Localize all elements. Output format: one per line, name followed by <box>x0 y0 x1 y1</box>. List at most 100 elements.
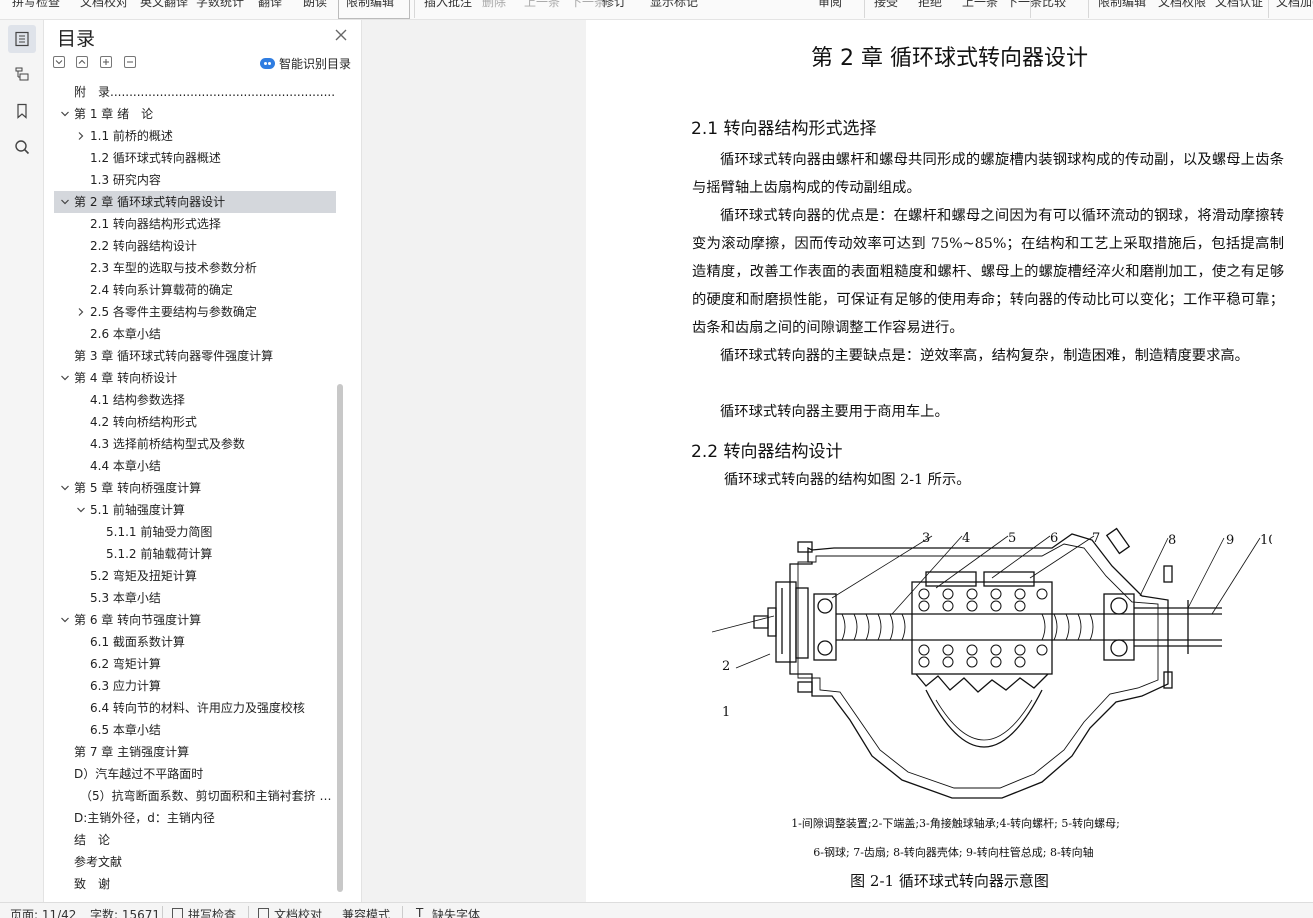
toc-item-label: 1.3 研究内容 <box>90 173 161 187</box>
chevron-down-icon[interactable] <box>60 483 70 493</box>
toc-item[interactable]: 6.4 转向节的材料、许用应力及强度校核 <box>54 697 336 719</box>
font-missing-icon[interactable]: T <box>416 906 423 918</box>
toolbar-restrict-edit-2[interactable]: 限制编辑 <box>1098 0 1146 10</box>
toc-item[interactable]: 1.2 循环球式转向器概述 <box>54 147 336 169</box>
smart-toc-button[interactable]: 智能识别目录 <box>260 55 351 72</box>
toc-item[interactable]: 附 录.....................................… <box>54 81 336 103</box>
search-icon[interactable] <box>8 133 36 161</box>
toc-item[interactable]: 第 2 章 循环球式转向器设计 <box>54 191 336 213</box>
chapter-title: 第 2 章 循环球式转向器设计 <box>811 46 1088 71</box>
compat-mode[interactable]: 兼容模式 <box>342 906 390 918</box>
toolbar-doc-permission[interactable]: 文档权限 <box>1158 0 1206 10</box>
toc-item[interactable]: 1.1 前桥的概述 <box>54 125 336 147</box>
toc-item[interactable]: 5.1.2 前轴载荷计算 <box>54 543 336 565</box>
page-indicator[interactable]: 页面: 11/42 <box>10 906 76 918</box>
figure-caption: 图 2-1 循环球式转向器示意图 <box>850 872 1049 890</box>
toc-item-label: 第 6 章 转向节强度计算 <box>74 613 202 627</box>
chevron-down-icon[interactable] <box>76 505 86 515</box>
toc-item[interactable]: 4.4 本章小结 <box>54 455 336 477</box>
toolbar-proofread[interactable]: 文档校对 <box>80 0 128 10</box>
navigation-icon[interactable] <box>8 60 36 88</box>
checkbox-icon[interactable] <box>172 908 183 918</box>
chevron-right-icon[interactable] <box>76 307 86 317</box>
toc-panel: 目录 智能识别目录 附 录...........................… <box>44 20 362 902</box>
toolbar-translate-en[interactable]: 英文翻译 <box>140 0 188 10</box>
toolbar-reject[interactable]: 拒绝 <box>918 0 942 10</box>
toolbar-separator <box>1268 0 1269 18</box>
toc-item[interactable]: 2.6 本章小结 <box>54 323 336 345</box>
add-level-icon[interactable] <box>100 56 112 68</box>
toolbar-track-changes[interactable]: 修订 <box>602 0 626 10</box>
toolbar-doc-encrypt[interactable]: 文档加密 <box>1276 0 1313 10</box>
toc-item[interactable]: （5）抗弯断面系数、剪切面积和主销衬套挤 … <box>54 785 336 807</box>
toolbar-word-count[interactable]: 字数统计 <box>196 0 244 10</box>
remove-level-icon[interactable] <box>124 56 136 68</box>
toolbar-insert-comment[interactable]: 插入批注 <box>424 0 472 10</box>
status-separator <box>402 906 403 918</box>
toolbar-review[interactable]: 审阅 <box>818 0 842 10</box>
toc-item[interactable]: D）汽车越过不平路面时 <box>54 763 336 785</box>
toc-item-label: 2.2 转向器结构设计 <box>90 239 197 253</box>
toc-item[interactable]: 4.1 结构参数选择 <box>54 389 336 411</box>
chevron-down-icon[interactable] <box>60 373 70 383</box>
toc-item[interactable]: 2.5 各零件主要结构与参数确定 <box>54 301 336 323</box>
toc-item[interactable]: 第 7 章 主销强度计算 <box>54 741 336 763</box>
toolbar-show-markup[interactable]: 显示标记 <box>650 0 698 10</box>
toc-item[interactable]: 6.5 本章小结 <box>54 719 336 741</box>
toc-item[interactable]: 第 1 章 绪 论 <box>54 103 336 125</box>
chevron-down-icon[interactable] <box>60 615 70 625</box>
toc-item[interactable]: 参考文献 <box>54 851 336 873</box>
spell-check-toggle[interactable]: 拼写检查 <box>188 906 236 918</box>
toc-item[interactable]: 2.4 转向系计算载荷的确定 <box>54 279 336 301</box>
toolbar-next-comment[interactable]: 下一条 <box>570 0 606 10</box>
toc-item[interactable]: 第 3 章 循环球式转向器零件强度计算 <box>54 345 336 367</box>
toolbar-translate[interactable]: 翻译 <box>258 0 282 10</box>
toc-item[interactable]: 2.3 车型的选取与技术参数分析 <box>54 257 336 279</box>
toc-item[interactable]: 结 论 <box>54 829 336 851</box>
chevron-down-icon[interactable] <box>60 109 70 119</box>
toc-item[interactable]: 6.3 应力计算 <box>54 675 336 697</box>
toolbar-restrict-edit[interactable]: 限制编辑 <box>346 0 394 10</box>
toc-item[interactable]: 6.1 截面系数计算 <box>54 631 336 653</box>
collapse-all-icon[interactable] <box>53 56 65 68</box>
word-count[interactable]: 字数: 15671 <box>90 906 160 918</box>
toc-item[interactable]: 4.3 选择前桥结构型式及参数 <box>54 433 336 455</box>
toc-item[interactable]: 5.1.1 前轴受力简图 <box>54 521 336 543</box>
toolbar-prev-change[interactable]: 上一条 <box>962 0 998 10</box>
toc-scrollbar[interactable] <box>337 384 343 892</box>
toc-item[interactable]: 6.2 弯矩计算 <box>54 653 336 675</box>
toc-item[interactable]: 4.2 转向桥结构形式 <box>54 411 336 433</box>
toc-item-label: 6.2 弯矩计算 <box>90 657 161 671</box>
toc-item[interactable]: 5.3 本章小结 <box>54 587 336 609</box>
chevron-right-icon[interactable] <box>76 131 86 141</box>
toolbar-doc-cert[interactable]: 文档认证 <box>1215 0 1263 10</box>
toolbar-compare[interactable]: 比较 <box>1042 0 1066 10</box>
toc-item[interactable]: 第 5 章 转向桥强度计算 <box>54 477 336 499</box>
toc-item[interactable]: 5.2 弯矩及扭矩计算 <box>54 565 336 587</box>
toolbar-next-change[interactable]: 下一条 <box>1006 0 1042 10</box>
toolbar-read-aloud[interactable]: 朗读 <box>303 0 327 10</box>
close-icon[interactable] <box>334 27 348 41</box>
toolbar-accept[interactable]: 接受 <box>874 0 898 10</box>
toc-item-label: 2.5 各零件主要结构与参数确定 <box>90 305 257 319</box>
toc-item-label: 1.1 前桥的概述 <box>90 129 173 143</box>
checkbox-icon[interactable] <box>258 908 269 918</box>
toc-item[interactable]: 第 4 章 转向桥设计 <box>54 367 336 389</box>
toc-item[interactable]: 2.2 转向器结构设计 <box>54 235 336 257</box>
toc-item[interactable]: D:主销外径，d：主销内径 <box>54 807 336 829</box>
toolbar-prev-comment[interactable]: 上一条 <box>524 0 560 10</box>
bookmark-icon[interactable] <box>8 97 36 125</box>
chevron-down-icon[interactable] <box>60 197 70 207</box>
missing-font[interactable]: 缺失字体 <box>432 906 480 918</box>
toc-item-label: 2.4 转向系计算载荷的确定 <box>90 283 233 297</box>
toolbar-delete-comment[interactable]: 删除 <box>482 0 506 10</box>
toc-item[interactable]: 2.1 转向器结构形式选择 <box>54 213 336 235</box>
toolbar-spell-check[interactable]: 拼写检查 <box>12 0 60 10</box>
toc-item[interactable]: 第 6 章 转向节强度计算 <box>54 609 336 631</box>
toc-item[interactable]: 致 谢 <box>54 873 336 895</box>
expand-up-icon[interactable] <box>76 56 88 68</box>
toc-item[interactable]: 5.1 前轴强度计算 <box>54 499 336 521</box>
toc-icon[interactable] <box>8 25 36 53</box>
toc-item[interactable]: 1.3 研究内容 <box>54 169 336 191</box>
proofread-toggle[interactable]: 文档校对 <box>274 906 322 918</box>
